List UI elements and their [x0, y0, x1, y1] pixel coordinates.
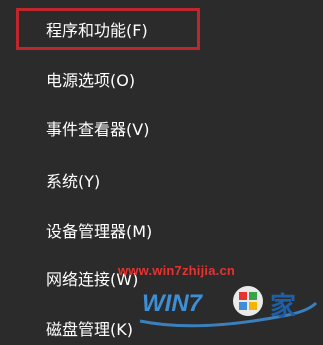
- context-menu: 程序和功能(F) 电源选项(O) 事件查看器(V) 系统(Y) 设备管理器(M)…: [0, 0, 323, 345]
- watermark-logo: WIN7 家: [139, 286, 318, 328]
- menu-item-event-viewer[interactable]: 事件查看器(V): [46, 120, 149, 140]
- menu-item-programs-and-features[interactable]: 程序和功能(F): [46, 21, 148, 41]
- menu-item-power-options[interactable]: 电源选项(O): [46, 71, 135, 91]
- windows-flag-icon: [233, 286, 263, 316]
- menu-item-system[interactable]: 系统(Y): [46, 172, 100, 192]
- watermark-url: www.win7zhijia.cn: [118, 263, 236, 278]
- menu-item-device-manager[interactable]: 设备管理器(M): [46, 222, 152, 242]
- watermark: www.win7zhijia.cn WIN7 家: [118, 263, 323, 333]
- watermark-brand-text: WIN7: [142, 290, 204, 317]
- watermark-brand-char: 家: [270, 291, 296, 322]
